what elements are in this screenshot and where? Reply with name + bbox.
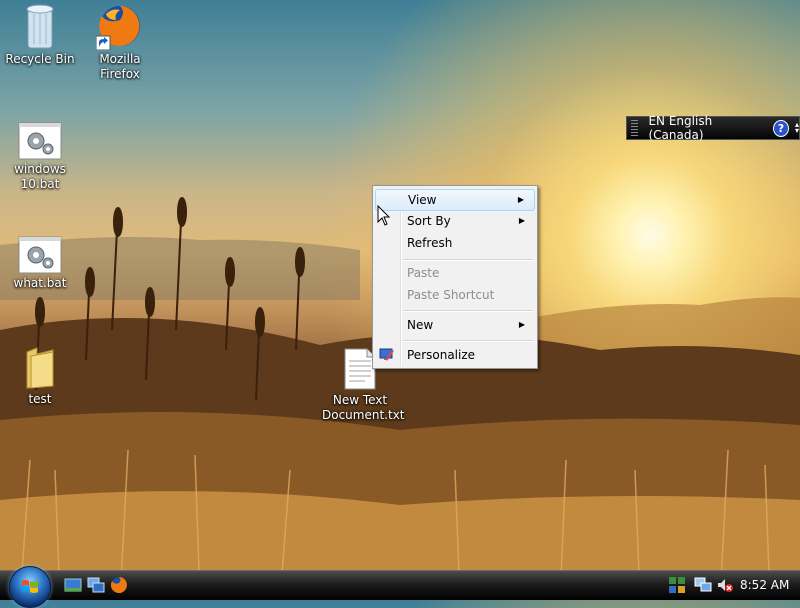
mouse-cursor-icon — [377, 205, 391, 226]
desktop-context-menu: View ▶ Sort By ▶ Refresh Paste Paste Sho… — [372, 185, 538, 369]
notification-area — [668, 570, 734, 600]
menu-item-paste[interactable]: Paste — [375, 262, 535, 284]
menu-item-label: Sort By — [407, 214, 451, 228]
menu-item-label: Paste — [407, 266, 440, 280]
desktop-icon-label: what.bat — [13, 276, 67, 290]
windows-logo-icon — [22, 580, 38, 593]
desktop-icon-label: Mozilla Firefox — [99, 52, 141, 81]
menu-item-paste-shortcut[interactable]: Paste Shortcut — [375, 284, 535, 306]
menu-item-personalize[interactable]: Personalize — [375, 344, 535, 366]
menu-item-new[interactable]: New ▶ — [375, 314, 535, 336]
switch-windows-icon[interactable] — [87, 576, 105, 594]
menu-item-label: View — [408, 193, 437, 207]
menu-item-refresh[interactable]: Refresh — [375, 232, 535, 254]
firefox-quicklaunch-icon[interactable] — [110, 576, 128, 594]
recycle-bin-icon — [26, 4, 54, 49]
menu-separator — [403, 340, 533, 342]
desktop-icon-label: New Text Document.txt — [322, 393, 405, 422]
menu-item-label: Personalize — [407, 348, 476, 362]
windows-update-icon[interactable] — [668, 576, 686, 594]
desktop-icon-what-bat[interactable]: what.bat — [2, 236, 78, 291]
desktop-icon-recycle-bin[interactable]: Recycle Bin — [2, 2, 78, 67]
help-icon[interactable]: ? — [772, 119, 789, 137]
desktop-icon-label: windows 10.bat — [14, 162, 66, 191]
submenu-arrow-icon: ▶ — [518, 320, 525, 329]
personalize-icon — [379, 348, 394, 361]
volume-muted-icon[interactable] — [716, 576, 734, 594]
submenu-arrow-icon: ▶ — [518, 216, 525, 225]
batch-file-icon — [18, 122, 62, 160]
menu-separator — [403, 259, 533, 261]
language-bar[interactable]: EN English (Canada) ? ▴ ▾ — [626, 114, 800, 142]
menu-item-label: New — [407, 318, 434, 332]
desktop-icon-label: Recycle Bin — [5, 52, 75, 66]
system-clock[interactable]: 8:52 AM — [740, 570, 789, 600]
desktop-icon-label: test — [28, 392, 52, 406]
menu-item-label: Paste Shortcut — [407, 288, 495, 302]
desktop-icon-test-folder[interactable]: test — [2, 346, 78, 407]
batch-file-icon — [18, 236, 62, 274]
network-icon[interactable] — [694, 576, 712, 594]
desktop-icon-windows-10-bat[interactable]: windows 10.bat — [2, 122, 78, 192]
drag-grip-icon[interactable] — [631, 120, 639, 136]
show-desktop-icon[interactable] — [64, 576, 82, 594]
menu-separator — [403, 310, 533, 312]
menu-item-sort-by[interactable]: Sort By ▶ — [375, 210, 535, 232]
menu-item-view[interactable]: View ▶ — [375, 189, 535, 211]
start-button[interactable] — [9, 566, 51, 608]
folder-icon — [26, 347, 54, 389]
options-arrow-icon[interactable]: ▴ ▾ — [795, 121, 799, 135]
desktop-icon-mozilla-firefox[interactable]: Mozilla Firefox — [82, 2, 158, 82]
firefox-icon — [96, 6, 140, 50]
input-language-label[interactable]: EN English (Canada) — [648, 114, 763, 142]
menu-item-label: Refresh — [407, 236, 453, 250]
submenu-arrow-icon: ▶ — [517, 195, 524, 204]
